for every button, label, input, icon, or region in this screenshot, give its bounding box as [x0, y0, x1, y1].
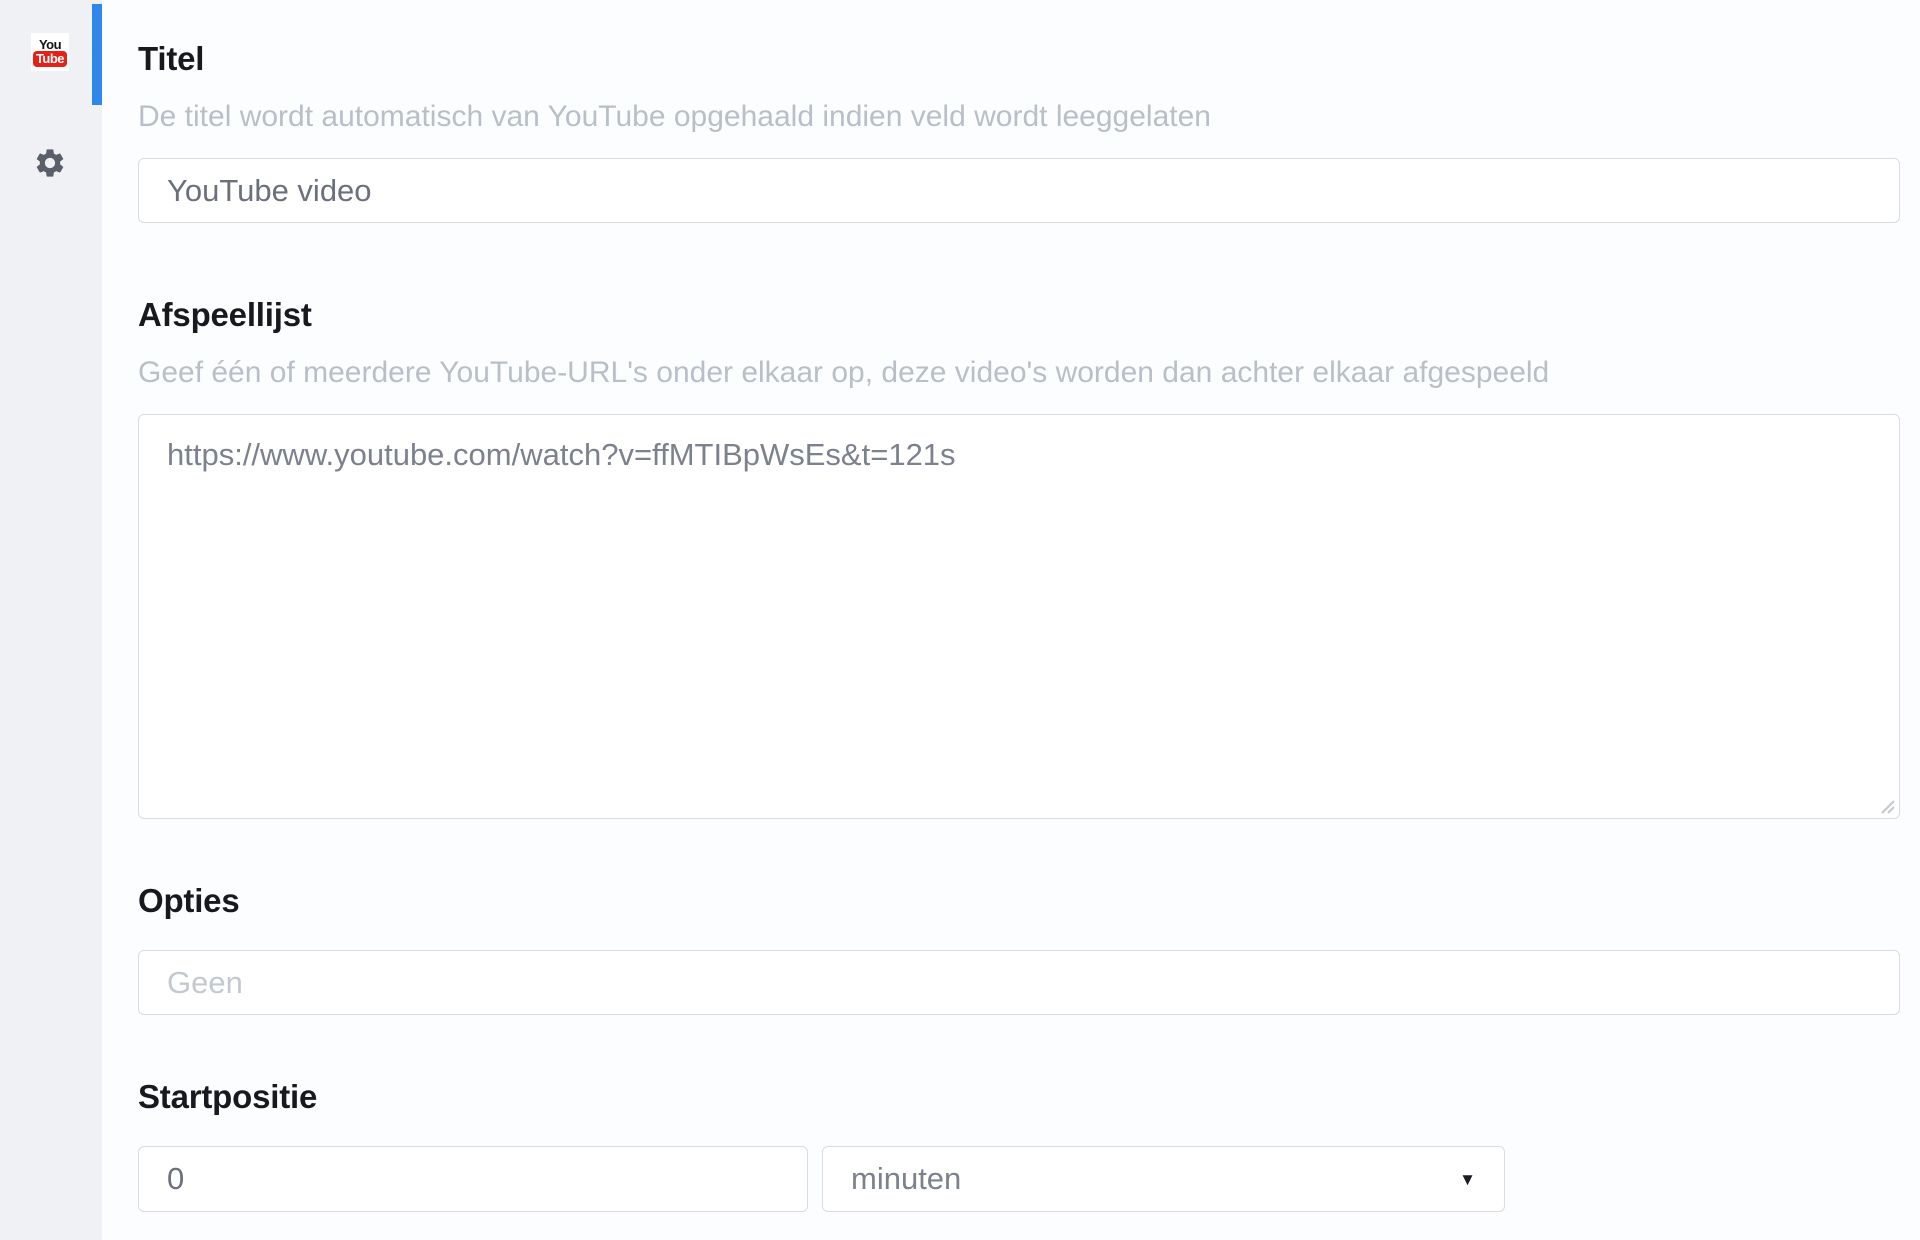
afspeellijst-textarea[interactable]: https://www.youtube.com/watch?v=ffMTIBpW…: [138, 414, 1900, 819]
startpositie-label: Startpositie: [138, 1076, 317, 1118]
youtube-logo-you: You: [39, 38, 61, 51]
startpositie-value-input[interactable]: [138, 1146, 808, 1212]
active-item-indicator: [92, 4, 102, 105]
titel-label: Titel: [138, 38, 204, 80]
page: You Tube Titel De titel wordt automatisc…: [0, 0, 1920, 1240]
opties-input[interactable]: [138, 950, 1900, 1015]
component-sidebar: You Tube: [0, 0, 102, 1240]
youtube-logo-tube: Tube: [33, 51, 67, 67]
opties-label: Opties: [138, 880, 240, 922]
afspeellijst-label: Afspeellijst: [138, 294, 312, 336]
settings-gear-icon[interactable]: [33, 146, 67, 180]
chevron-down-icon: ▼: [1459, 1171, 1476, 1188]
afspeellijst-hint: Geef één of meerdere YouTube-URL's onder…: [138, 354, 1549, 392]
gear-icon: [33, 146, 67, 180]
form-panel: Titel De titel wordt automatisch van You…: [102, 0, 1920, 1240]
titel-input[interactable]: [138, 158, 1900, 223]
selected-unit-value: minuten: [851, 1161, 961, 1197]
afspeellijst-textarea-wrapper: https://www.youtube.com/watch?v=ffMTIBpW…: [138, 414, 1900, 819]
startpositie-unit-select[interactable]: minuten ▼: [822, 1146, 1505, 1212]
titel-hint: De titel wordt automatisch van YouTube o…: [138, 98, 1211, 136]
youtube-app-icon[interactable]: You Tube: [31, 33, 69, 71]
